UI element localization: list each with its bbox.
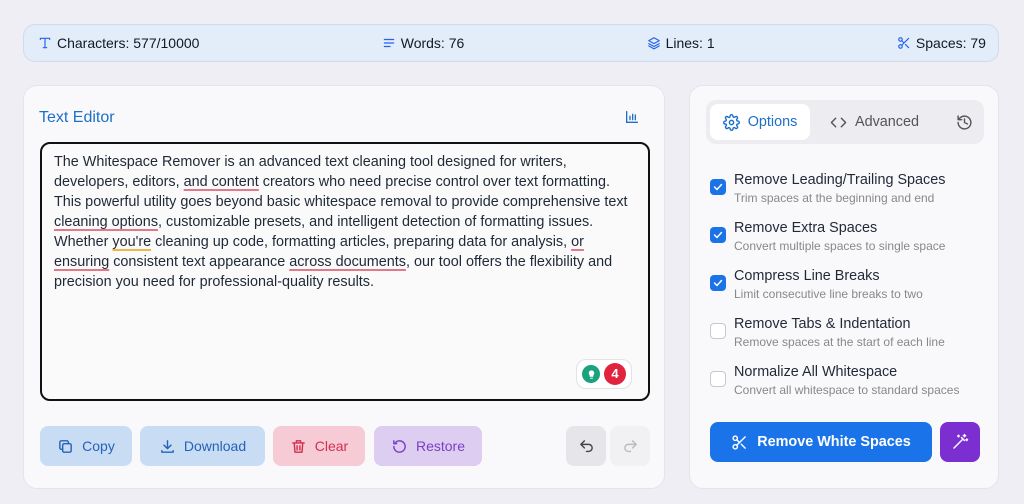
option-description: Remove spaces at the start of each line (734, 335, 945, 349)
text-type-icon (39, 37, 51, 49)
option-checkbox[interactable] (710, 371, 726, 387)
clear-label: Clear (314, 438, 349, 454)
scissors-icon (898, 37, 910, 49)
download-label: Download (183, 438, 247, 454)
spelling-flag[interactable]: cleaning options (54, 214, 158, 230)
grammar-checker-badge[interactable]: 4 (576, 359, 632, 389)
words-count: Words: 76 (400, 35, 465, 51)
spaces-stat: Spaces: 79 (897, 35, 986, 51)
trash-icon (291, 439, 305, 453)
restore-button[interactable]: Restore (374, 426, 482, 466)
characters-count: Characters: 577/10000 (57, 35, 200, 51)
tab-history[interactable] (956, 104, 973, 140)
copy-icon (59, 439, 73, 453)
redo-button[interactable] (610, 426, 650, 466)
lines-count: Lines: 1 (665, 35, 715, 51)
option-description: Trim spaces at the beginning and end (734, 191, 935, 205)
copy-label: Copy (82, 438, 115, 454)
option-label: Remove Leading/Trailing Spaces (734, 172, 946, 188)
editor-title: Text Editor (39, 109, 115, 126)
remove-white-spaces-label: Remove White Spaces (757, 434, 911, 450)
checkmark-icon (713, 231, 723, 239)
history-icon (957, 114, 972, 130)
grammar-flag[interactable]: you're (112, 234, 151, 250)
clear-button[interactable]: Clear (273, 426, 365, 466)
tab-advanced[interactable]: Advanced (830, 104, 919, 140)
option-checkbox[interactable] (710, 179, 726, 195)
words-stat: Words: 76 (382, 35, 465, 51)
scissors-icon (732, 434, 747, 450)
lines-stat: Lines: 1 (647, 35, 715, 51)
option-row[interactable]: Remove Extra Spaces Convert multiple spac… (710, 220, 990, 260)
redo-icon (623, 439, 637, 452)
checkmark-icon (713, 279, 723, 287)
restore-label: Restore (415, 438, 466, 454)
magic-wand-button[interactable] (940, 422, 980, 462)
option-label: Normalize All Whitespace (734, 364, 898, 380)
error-count-badge: 4 (604, 363, 626, 385)
undo-icon (579, 439, 593, 452)
spaces-count: Spaces: 79 (915, 35, 986, 51)
text-segment: cleaning up code, formatting articles, p… (151, 234, 572, 250)
gear-icon (722, 113, 740, 131)
option-row[interactable]: Remove Leading/Trailing Spaces Trim space… (710, 172, 990, 212)
option-checkbox[interactable] (710, 323, 726, 339)
option-checkbox[interactable] (710, 275, 726, 291)
text-editor-panel: Text Editor The Whitespace Remover is an… (23, 85, 665, 489)
option-checkbox[interactable] (710, 227, 726, 243)
text-segment: consistent text appearance (109, 254, 290, 270)
option-description: Limit consecutive line breaks to two (734, 287, 923, 301)
text-input-area[interactable]: The Whitespace Remover is an advanced te… (40, 142, 650, 401)
download-button[interactable]: Download (140, 426, 265, 466)
undo-button[interactable] (566, 426, 606, 466)
lightbulb-icon (582, 365, 600, 383)
layers-icon (647, 37, 660, 50)
restore-icon (393, 439, 406, 453)
code-icon (830, 117, 847, 127)
option-label: Remove Tabs & Indentation (734, 316, 911, 332)
option-row[interactable]: Normalize All Whitespace Convert all whit… (710, 364, 990, 404)
option-label: Remove Extra Spaces (734, 220, 878, 236)
stats-bar: Characters: 577/10000 Words: 76 Lines: 1… (23, 24, 999, 62)
option-row[interactable]: Compress Line Breaks Limit consecutive li… (710, 268, 990, 308)
option-label: Compress Line Breaks (734, 268, 880, 284)
characters-stat: Characters: 577/10000 (38, 35, 199, 51)
checkmark-icon (713, 183, 723, 191)
bar-chart-icon[interactable] (624, 109, 640, 125)
options-panel: Options Advanced Remove Leading/Trailing… (689, 85, 999, 489)
remove-white-spaces-button[interactable]: Remove White Spaces (710, 422, 932, 462)
option-description: Convert multiple spaces to single space (734, 239, 946, 253)
download-icon (160, 439, 174, 453)
tab-advanced-label: Advanced (855, 114, 920, 130)
magic-wand-icon (953, 433, 969, 449)
spelling-flag[interactable]: across documents (289, 254, 406, 270)
lines-list-icon (383, 38, 394, 48)
spelling-flag[interactable]: and content (184, 174, 259, 190)
option-row[interactable]: Remove Tabs & Indentation Remove spaces a… (710, 316, 990, 356)
options-tabs: Options Advanced (706, 100, 984, 144)
copy-button[interactable]: Copy (40, 426, 132, 466)
tab-options[interactable]: Options (710, 104, 810, 140)
option-description: Convert all whitespace to standard space… (734, 383, 960, 397)
tab-options-label: Options (747, 114, 798, 130)
